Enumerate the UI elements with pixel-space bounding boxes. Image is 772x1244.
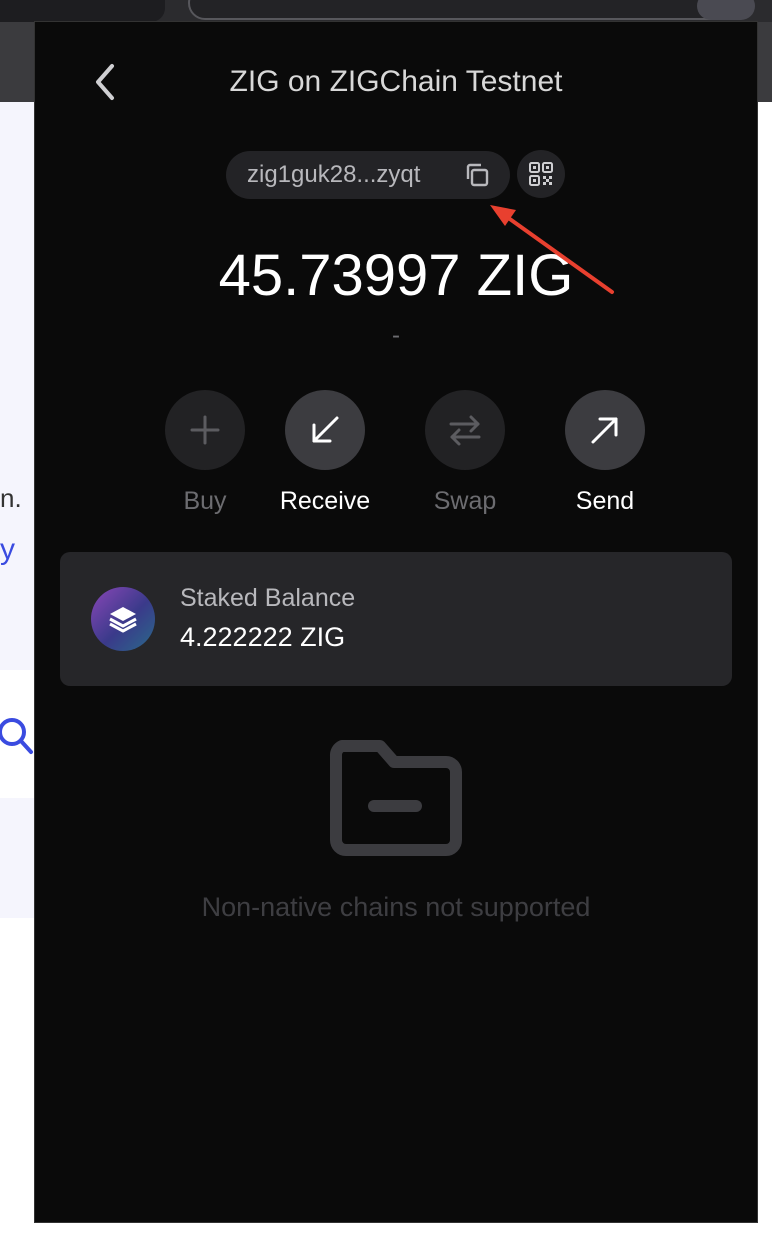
send-label: Send	[575, 487, 635, 515]
qr-code-icon	[529, 162, 553, 186]
wallet-popup: ZIG on ZIGChain Testnet zig1guk28...zyqt…	[35, 22, 757, 1222]
action-row: Buy Receive Swap Send	[145, 390, 645, 520]
folder-minus-icon	[328, 740, 464, 858]
receive-button-circle	[285, 390, 365, 470]
layers-icon	[91, 587, 155, 651]
staked-balance-card[interactable]: Staked Balance 4.222222 ZIG	[60, 552, 732, 686]
qr-code-button[interactable]	[517, 150, 565, 198]
background-link[interactable]: y	[0, 533, 15, 567]
copy-icon	[466, 163, 489, 187]
background-text: n.	[0, 483, 22, 513]
fiat-value: -	[392, 322, 400, 349]
extension-icon[interactable]	[697, 0, 755, 20]
swap-label: Swap	[433, 487, 497, 515]
buy-label: Buy	[183, 487, 227, 515]
receive-label: Receive	[279, 487, 371, 515]
send-button-circle	[565, 390, 645, 470]
buy-button[interactable]: Buy	[145, 390, 265, 520]
buy-button-circle	[165, 390, 245, 470]
address-copy-button[interactable]: zig1guk28...zyqt	[226, 151, 510, 199]
address-text: zig1guk28...zyqt	[247, 161, 421, 188]
search-icon[interactable]	[0, 712, 34, 756]
background-panel	[0, 102, 40, 670]
empty-state-text: Non-native chains not supported	[201, 892, 591, 922]
staked-balance-label: Staked Balance	[180, 584, 356, 612]
staked-balance-value: 4.222222 ZIG	[180, 622, 346, 652]
arrow-up-right-icon	[591, 417, 618, 444]
browser-tab[interactable]	[0, 0, 165, 22]
receive-button[interactable]: Receive	[265, 390, 385, 520]
send-button[interactable]: Send	[545, 390, 665, 520]
arrow-down-left-icon	[312, 416, 339, 443]
token-balance: 45.73997 ZIG	[218, 243, 574, 308]
plus-icon	[190, 415, 220, 445]
browser-address-bar[interactable]	[188, 0, 748, 20]
background-panel	[0, 798, 40, 918]
swap-button[interactable]: Swap	[405, 390, 525, 520]
page-title: ZIG on ZIGChain Testnet	[229, 65, 563, 98]
swap-arrows-icon	[449, 415, 481, 446]
swap-button-circle	[425, 390, 505, 470]
